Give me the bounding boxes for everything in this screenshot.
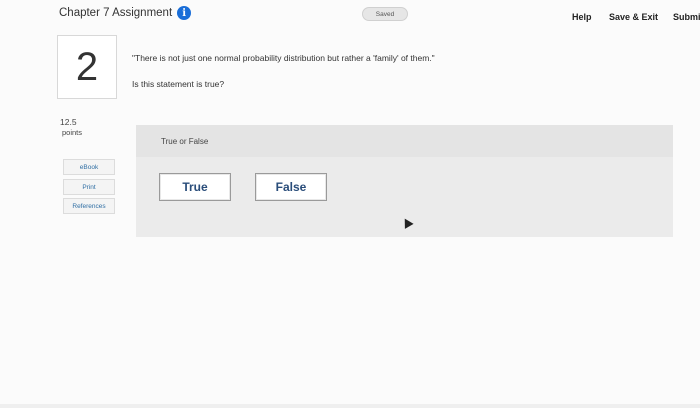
print-button[interactable]: Print	[63, 179, 115, 195]
ebook-button[interactable]: eBook	[63, 159, 115, 175]
false-button[interactable]: False	[255, 173, 327, 201]
submit-link[interactable]: Submit	[673, 12, 700, 22]
question-prompt: Is this statement is true?	[132, 79, 225, 89]
top-header: Chapter 7 Assignment i Saved Help Save &…	[0, 0, 700, 30]
true-button[interactable]: True	[159, 173, 231, 201]
assignment-title: Chapter 7 Assignment i	[59, 6, 192, 20]
answer-panel-header: True or False	[136, 125, 673, 157]
references-button[interactable]: References	[63, 198, 115, 214]
help-link[interactable]: Help	[572, 12, 592, 22]
assignment-title-text: Chapter 7 Assignment	[59, 7, 173, 19]
assignment-page: Chapter 7 Assignment i Saved Help Save &…	[0, 0, 700, 408]
question-text: "There is not just one normal probabilit…	[132, 53, 435, 63]
question-number: 2	[57, 35, 117, 99]
info-icon[interactable]: i	[177, 6, 192, 20]
saved-status-badge: Saved	[362, 7, 408, 21]
question-type-label: True or False	[161, 137, 209, 146]
bottom-divider	[0, 404, 700, 408]
points-label: points	[62, 128, 83, 137]
save-exit-link[interactable]: Save & Exit	[609, 12, 658, 22]
points-value: 12.5	[60, 117, 77, 127]
